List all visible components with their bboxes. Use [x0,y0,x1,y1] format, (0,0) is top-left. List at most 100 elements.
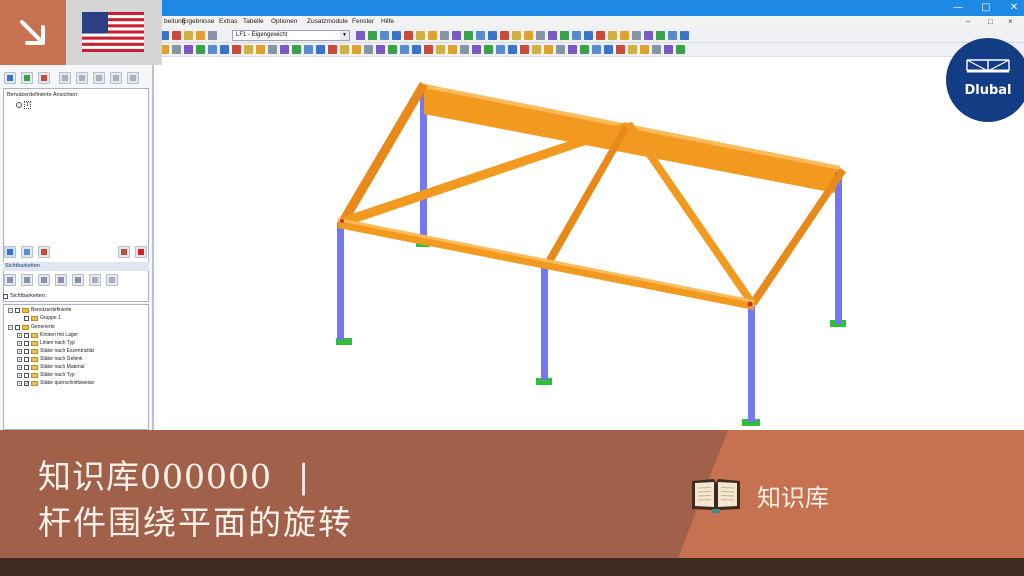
tree-node-staebe-nach-typ[interactable]: + Stäbe nach Typ [17,372,75,380]
toolbar-button-icon[interactable] [464,31,473,40]
expand-icon[interactable]: + [17,356,22,362]
tree-checkbox[interactable] [24,315,29,321]
tree-node-gruppe-1[interactable]: Gruppe 1 [24,315,61,323]
mdi-minimize-button[interactable]: – [966,17,970,26]
toolbar-button-icon[interactable] [268,45,277,54]
tree-node-staebe-nach-material[interactable]: + Stäbe nach Material [17,364,84,372]
toolbar-button-icon[interactable] [496,45,505,54]
toolbar-button-icon[interactable] [596,31,605,40]
toolbar-button-icon[interactable] [616,45,625,54]
toolbar-button-icon[interactable] [608,31,617,40]
toolbar-button-icon[interactable] [376,45,385,54]
menu-optionen[interactable]: Optionen [271,18,297,25]
toolbar-button-icon[interactable] [548,31,557,40]
toolbar-button-icon[interactable] [292,45,301,54]
model-viewport[interactable] [156,58,1024,430]
tree-node-staebe-querschnittsweise[interactable]: + ✓ Stäbe querschnittsweise [17,380,94,388]
view-tool-button-8[interactable] [127,72,139,84]
toolbar-button-icon[interactable] [356,31,365,40]
apply-view-button[interactable] [4,246,16,258]
toolbar-button-icon[interactable] [316,45,325,54]
tree-node-benutzerdefinierte[interactable]: − Benutzerdefinierte [8,307,72,315]
toolbar-button-icon[interactable] [536,31,545,40]
menu-extras[interactable]: Extras [219,18,237,25]
dlubal-logo[interactable]: Dlubal [946,38,1024,122]
edit-view-button[interactable] [38,246,50,258]
collapse-icon[interactable]: − [8,307,13,313]
toolbar-button-icon[interactable] [652,45,661,54]
menu-hilfe[interactable]: Hilfe [381,18,394,25]
expand-icon[interactable]: + [17,340,22,346]
toolbar-button-icon[interactable] [392,31,401,40]
visibility-tool-4[interactable] [55,274,67,286]
toolbar-button-icon[interactable] [664,45,673,54]
expand-icon[interactable]: + [17,348,22,354]
toolbar-button-icon[interactable] [416,31,425,40]
toolbar-button-icon[interactable] [512,31,521,40]
chevron-down-icon[interactable]: ▼ [340,31,349,40]
collapse-icon[interactable]: − [8,324,13,330]
toolbar-button-icon[interactable] [280,45,289,54]
load-case-select[interactable]: LF1 - Eigengewicht ▼ [232,30,350,41]
toolbar-button-icon[interactable] [404,31,413,40]
close-button[interactable]: ✕ [1000,0,1024,16]
maximize-button[interactable]: □ [972,0,1000,16]
toolbar-button-icon[interactable] [568,45,577,54]
menu-tabelle[interactable]: Tabelle [243,18,264,25]
tree-checkbox-checked[interactable]: ✓ [24,380,29,386]
toolbar-button-icon[interactable] [304,45,313,54]
save-view-button[interactable] [21,72,33,84]
toolbar-button-icon[interactable] [680,31,689,40]
visibility-tool-7[interactable] [106,274,118,286]
tree-checkbox[interactable] [24,340,29,346]
expand-icon[interactable]: + [17,364,22,370]
toolbar-button-icon[interactable] [380,31,389,40]
menu-fenster[interactable]: Fenster [352,18,374,25]
toolbar-button-icon[interactable] [604,45,613,54]
tree-node-knoten-mit-lager[interactable]: + Knoten mit Lager [17,332,78,340]
toolbar-button-icon[interactable] [440,31,449,40]
visibility-tool-1[interactable] [4,274,16,286]
tree-node-staebe-nach-gelenk[interactable]: + Stäbe nach Gelenk [17,356,83,364]
toolbar-button-icon[interactable] [364,45,373,54]
tree-checkbox[interactable] [15,324,20,330]
language-badge[interactable] [0,0,162,65]
mdi-restore-button[interactable]: □ [988,17,993,26]
toolbar-button-icon[interactable] [620,31,629,40]
toolbar-button-icon[interactable] [676,45,685,54]
toolbar-button-icon[interactable] [172,45,181,54]
toolbar-button-icon[interactable] [340,45,349,54]
new-view-button[interactable] [4,72,16,84]
toolbar-button-icon[interactable] [556,45,565,54]
toolbar-button-icon[interactable] [388,45,397,54]
toolbar-button-icon[interactable] [656,31,665,40]
tree-node-staebe-nach-exzentrizitaet[interactable]: + Stäbe nach Exzentrizität [17,348,94,356]
toolbar-button-icon[interactable] [208,31,217,40]
toolbar-button-icon[interactable] [500,31,509,40]
toolbar-button-icon[interactable] [524,31,533,40]
toolbar-button-icon[interactable] [476,31,485,40]
toolbar-button-icon[interactable] [580,45,589,54]
toolbar-button-icon[interactable] [508,45,517,54]
toolbar-button-icon[interactable] [460,45,469,54]
toolbar-button-icon[interactable] [184,45,193,54]
tree-checkbox[interactable] [24,364,29,370]
view-tool-button-5[interactable] [76,72,88,84]
toolbar-button-icon[interactable] [256,45,265,54]
toolbar-button-icon[interactable] [196,45,205,54]
expand-icon[interactable]: + [17,332,22,338]
view-radio-button[interactable] [16,102,22,108]
menu-zusatzmodule[interactable]: Zusatzmodule [307,18,348,25]
toolbar-button-icon[interactable] [184,31,193,40]
menu-ergebnisse[interactable]: Ergebnisse [182,18,215,25]
tree-node-generierte[interactable]: − Generierte [8,324,55,332]
copy-view-button[interactable] [21,246,33,258]
toolbar-button-icon[interactable] [644,31,653,40]
toolbar-button-icon[interactable] [244,45,253,54]
tree-node-linien-nach-typ[interactable]: + Linien nach Typ [17,340,75,348]
tree-checkbox[interactable] [15,307,20,313]
expand-icon[interactable]: + [17,372,22,378]
tree-checkbox[interactable] [24,348,29,354]
toolbar-button-icon[interactable] [640,45,649,54]
toolbar-button-icon[interactable] [352,45,361,54]
